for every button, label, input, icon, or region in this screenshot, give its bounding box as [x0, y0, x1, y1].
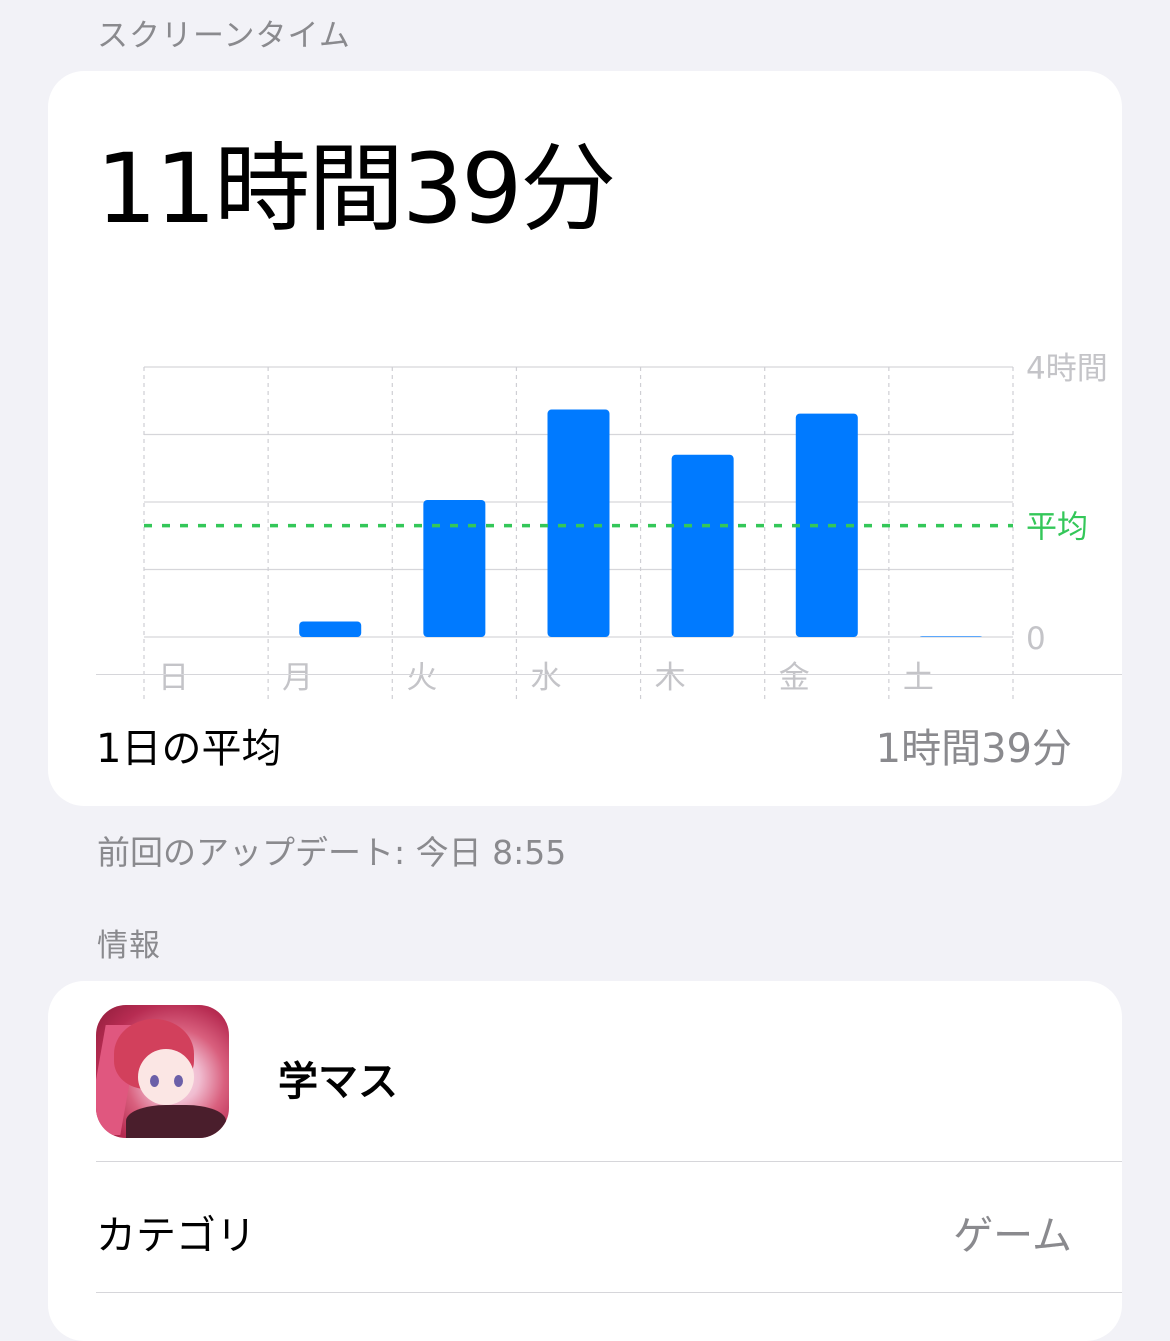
- chart-x-label: 水: [530, 660, 561, 696]
- app-icon-eye: [150, 1075, 159, 1087]
- chart-y-tick-min: 0: [1026, 621, 1046, 657]
- chart-x-label: 火: [406, 660, 437, 696]
- chart-x-label: 日: [158, 660, 189, 696]
- daily-average-value: 1時間39分: [875, 726, 1072, 772]
- app-name: 学マス: [278, 1059, 398, 1105]
- chart-x-label: 金: [779, 660, 810, 696]
- chart-x-label: 土: [903, 660, 934, 696]
- category-label: カテゴリ: [96, 1213, 256, 1259]
- app-icon: [96, 1005, 229, 1138]
- total-screen-time: 11時間39分: [96, 133, 616, 245]
- info-header: 情報: [97, 928, 161, 964]
- card-divider: [96, 674, 1122, 675]
- app-icon-cloth: [126, 1105, 226, 1138]
- weekly-usage-chart[interactable]: 平均 4時間 0 日 月 火 水 木 金 土: [96, 281, 1116, 711]
- chart-average-label: 平均: [1026, 510, 1088, 546]
- app-icon-face: [138, 1049, 194, 1105]
- chart-bar-木: [671, 454, 734, 637]
- chart-x-label: 月: [282, 660, 313, 696]
- daily-average-label: 1日の平均: [96, 726, 282, 772]
- screen-time-header: スクリーンタイム: [97, 18, 351, 54]
- chart-x-label: 木: [655, 660, 686, 696]
- chart-bar-水: [547, 409, 610, 637]
- chart-bar-月: [299, 621, 362, 637]
- last-update-text: 前回のアップデート: 今日 8:55: [97, 833, 567, 872]
- info-card: 学マス カテゴリ ゲーム: [48, 981, 1122, 1341]
- category-value: ゲーム: [953, 1213, 1072, 1259]
- chart-bar-土: [919, 636, 982, 637]
- info-divider: [96, 1161, 1122, 1162]
- app-icon-eye: [174, 1075, 183, 1087]
- chart-bar-火: [423, 499, 486, 637]
- chart-y-tick-max: 4時間: [1026, 351, 1108, 387]
- info-divider-bottom: [96, 1292, 1122, 1293]
- screen-time-card[interactable]: 11時間39分 平均 4時間 0 日 月 火 水 木 金 土 1日の平均 1時間39分: [48, 71, 1122, 806]
